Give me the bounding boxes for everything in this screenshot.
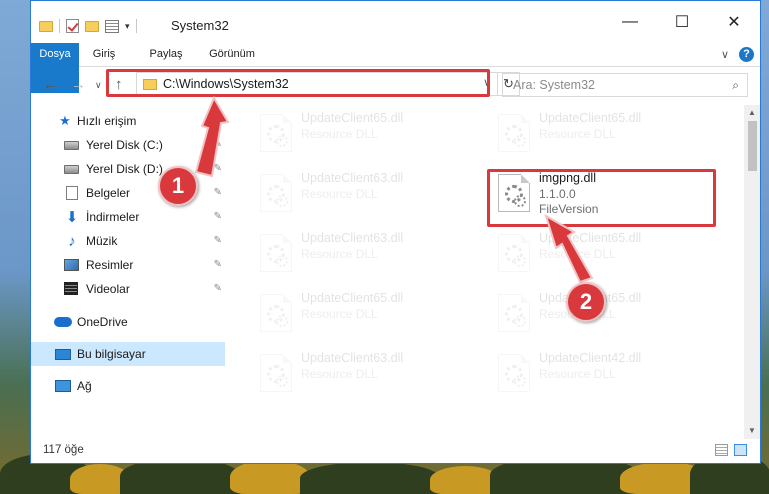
- drive-icon: [64, 165, 79, 174]
- sidebar-item-pictures[interactable]: Resimler ✎: [31, 253, 225, 277]
- dll-file-icon: [260, 114, 292, 152]
- item-count: 117 öğe: [43, 444, 84, 456]
- pin-icon[interactable]: ✎: [214, 163, 222, 174]
- file-item[interactable]: UpdateClient63.dll Resource DLL: [252, 227, 482, 277]
- downloads-icon: ⬇: [65, 209, 79, 226]
- pin-icon[interactable]: ✎: [214, 283, 222, 294]
- onedrive-icon: [54, 317, 72, 327]
- search-icon[interactable]: ⌕: [732, 78, 739, 93]
- sidebar-item-onedrive[interactable]: OneDrive: [31, 310, 225, 334]
- title-bar: ▾ System32 — ☐ ✕: [31, 1, 760, 43]
- vertical-scrollbar[interactable]: ▲ ▼: [744, 105, 760, 439]
- star-icon: ★: [59, 113, 71, 128]
- sidebar-item-this-pc[interactable]: Bu bilgisayar: [31, 342, 225, 366]
- videos-icon: [64, 282, 78, 295]
- sidebar-item-network[interactable]: Ağ: [31, 374, 225, 398]
- toolbar-separator: [135, 19, 137, 33]
- file-list: UpdateClient65.dll Resource DLL UpdateCl…: [228, 105, 744, 437]
- pictures-icon: [64, 259, 79, 271]
- status-bar: 117 öğe: [31, 439, 760, 463]
- file-highlight-box: [487, 169, 716, 227]
- network-icon: [55, 380, 71, 392]
- tab-share[interactable]: Paylaş: [137, 43, 195, 66]
- customize-icon[interactable]: [105, 19, 119, 33]
- sidebar-item-music[interactable]: ♪ Müzik ✎: [31, 229, 225, 253]
- quick-access-toolbar: ▾: [39, 19, 137, 33]
- ribbon-tabs: Dosya Giriş Paylaş Görünüm ∨ ?: [31, 43, 760, 93]
- file-item[interactable]: UpdateClient65.dll Resource DLL: [252, 287, 482, 337]
- forward-arrow-icon[interactable]: →: [71, 76, 86, 93]
- file-item[interactable]: UpdateClient65.dll Resource DLL: [490, 287, 720, 337]
- sidebar-item-quick-access[interactable]: ★ Hızlı erişim: [31, 109, 225, 133]
- scroll-down-icon[interactable]: ▼: [744, 423, 760, 439]
- dll-file-icon: [260, 354, 292, 392]
- chevron-down-icon[interactable]: ▾: [125, 21, 130, 32]
- file-item[interactable]: UpdateClient63.dll Resource DLL: [252, 167, 482, 217]
- dll-file-icon: [498, 354, 530, 392]
- address-highlight-box: [106, 69, 490, 97]
- folder-icon[interactable]: [39, 20, 53, 32]
- file-item[interactable]: UpdateClient65.dll Resource DLL: [490, 107, 720, 157]
- file-item[interactable]: UpdateClient65.dll Resource DLL: [252, 107, 482, 157]
- new-folder-icon[interactable]: [85, 20, 99, 32]
- dll-file-icon: [498, 294, 530, 332]
- music-icon: ♪: [68, 232, 76, 250]
- pin-icon[interactable]: ✎: [214, 187, 222, 198]
- expand-ribbon-icon[interactable]: ∨: [721, 48, 729, 61]
- ribbon-right: ∨ ?: [721, 47, 754, 62]
- scrollbar-thumb[interactable]: [748, 121, 757, 171]
- maximize-button[interactable]: ☐: [656, 1, 708, 43]
- properties-check-icon[interactable]: [66, 19, 79, 33]
- window-title: System32: [171, 18, 229, 33]
- pin-icon[interactable]: ✎: [214, 259, 222, 270]
- tiles-view-icon[interactable]: [734, 444, 747, 456]
- file-item[interactable]: UpdateClient42.dll Resource DLL: [490, 347, 720, 397]
- step-1-marker: 1: [158, 166, 198, 206]
- scroll-up-icon[interactable]: ▲: [744, 105, 760, 121]
- tab-view[interactable]: Görünüm: [201, 43, 263, 66]
- help-icon[interactable]: ?: [739, 47, 754, 62]
- pin-icon[interactable]: ✎: [214, 139, 222, 150]
- close-button[interactable]: ✕: [708, 1, 760, 43]
- recent-locations-icon[interactable]: ∨: [95, 80, 102, 91]
- dll-file-icon: [260, 294, 292, 332]
- dll-file-icon: [498, 114, 530, 152]
- search-placeholder: Ara: System32: [513, 78, 595, 92]
- pin-icon[interactable]: ✎: [214, 211, 222, 222]
- file-item[interactable]: UpdateClient63.dll Resource DLL: [252, 347, 482, 397]
- navigation-pane: ★ Hızlı erişim Yerel Disk (C:) ✎ Yerel D…: [31, 105, 225, 437]
- pin-icon[interactable]: ✎: [214, 235, 222, 246]
- minimize-button[interactable]: —: [604, 1, 656, 43]
- drive-icon: [64, 141, 79, 150]
- sidebar-item-downloads[interactable]: ⬇ İndirmeler ✎: [31, 205, 225, 229]
- sidebar-item-videos[interactable]: Videolar ✎: [31, 277, 225, 301]
- search-input[interactable]: Ara: System32 ⌕: [502, 73, 748, 97]
- details-view-icon[interactable]: [715, 444, 728, 456]
- documents-icon: [66, 186, 78, 200]
- back-arrow-icon[interactable]: ←: [43, 76, 58, 93]
- window-controls: — ☐ ✕: [604, 1, 760, 43]
- dll-file-icon: [260, 174, 292, 212]
- tab-home[interactable]: Giriş: [81, 43, 127, 66]
- dll-file-icon: [260, 234, 292, 272]
- step-2-marker: 2: [566, 282, 606, 322]
- sidebar-item-local-disk-c[interactable]: Yerel Disk (C:) ✎: [31, 133, 225, 157]
- this-pc-icon: [55, 349, 71, 360]
- toolbar-separator: [59, 19, 60, 33]
- file-item[interactable]: UpdateClient65.dll Resource DLL: [490, 227, 720, 277]
- dll-file-icon: [498, 234, 530, 272]
